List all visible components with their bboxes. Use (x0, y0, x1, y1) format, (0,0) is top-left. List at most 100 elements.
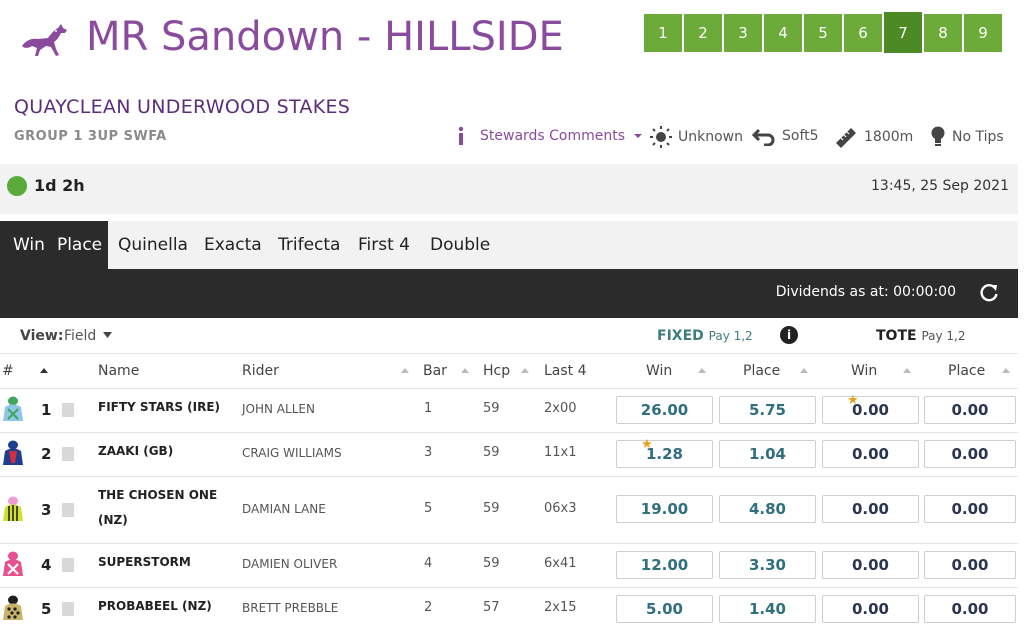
form-guide-icon[interactable] (62, 602, 74, 616)
dividends-bar: Dividends as at: 00:00:00 (0, 269, 1018, 318)
fixed-place-odds-button[interactable]: 4.80 (719, 495, 816, 523)
race-tab-4[interactable]: 4 (764, 14, 802, 52)
sort-bar-arrow-icon[interactable] (461, 368, 469, 373)
form-guide-icon[interactable] (62, 403, 74, 417)
fixed-win-odds-button[interactable]: 19.00 (616, 495, 713, 523)
runner-row: 3 THE CHOSEN ONE (NZ) DAMIAN LANE 5 59 0… (0, 477, 1018, 544)
sort-fixed-win-arrow-icon[interactable] (698, 368, 706, 373)
horse-name[interactable]: ZAAKI (GB) (98, 439, 173, 464)
col-hcp: Hcp (483, 363, 511, 379)
col-tote-place: Place (948, 363, 986, 379)
col-fixed-win: Win (646, 363, 673, 379)
odds-value: 19.00 (640, 500, 689, 518)
fixed-win-odds-button[interactable]: ★ 1.28 (616, 438, 713, 468)
race-tab-9[interactable]: 9 (964, 14, 1002, 52)
horse-name[interactable]: SUPERSTORM (98, 550, 191, 575)
tab-exacta[interactable]: Exacta (204, 221, 262, 269)
odds-value: 26.00 (640, 401, 689, 419)
rider-name: DAMIAN LANE (242, 502, 326, 516)
horse-name-line1: THE CHOSEN ONE (98, 488, 218, 502)
tote-place-odds-button[interactable]: 0.00 (924, 440, 1016, 468)
form-guide-icon[interactable] (62, 503, 74, 517)
sort-hcp-arrow-icon[interactable] (521, 368, 529, 373)
track-condition-icon (752, 128, 775, 146)
odds-value: 0.00 (951, 600, 989, 618)
tote-win-odds-button[interactable]: 0.00 (822, 551, 919, 579)
jockey-silks-icon (3, 595, 23, 620)
tips-info: No Tips (930, 126, 1004, 148)
race-name: QUAYCLEAN UNDERWOOD STAKES (14, 96, 351, 118)
handicap-value: 59 (483, 501, 500, 516)
tote-place-odds-button[interactable]: 0.00 (924, 396, 1016, 424)
fixed-win-odds-button[interactable]: 12.00 (616, 551, 713, 579)
race-tab-6[interactable]: 6 (844, 14, 882, 52)
col-last4: Last 4 (544, 363, 587, 379)
sort-rider-arrow-icon[interactable] (401, 368, 409, 373)
odds-value: 1.40 (748, 600, 786, 618)
rider-name: JOHN ALLEN (242, 402, 315, 416)
col-bar: Bar (423, 363, 447, 379)
horse-name[interactable]: FIFTY STARS (IRE) (98, 395, 220, 420)
odds-value: 5.00 (645, 600, 683, 618)
odds-value: 3.30 (748, 556, 786, 574)
race-number-nav: 1 2 3 4 5 6 7 8 9 (644, 12, 1004, 53)
jockey-silks-icon (3, 496, 23, 521)
rider-name: CRAIG WILLIAMS (242, 446, 342, 460)
tab-first-4[interactable]: First 4 (358, 221, 410, 269)
race-tab-8[interactable]: 8 (924, 14, 962, 52)
sort-tote-win-arrow-icon[interactable] (903, 368, 911, 373)
tab-win-label: Win (13, 235, 45, 255)
fixed-win-odds-button[interactable]: 26.00 (616, 396, 713, 424)
fixed-place-odds-button[interactable]: 1.40 (719, 595, 816, 623)
tote-win-odds-button[interactable]: ★ 0.00 (822, 394, 919, 424)
horse-name[interactable]: PROBABEEL (NZ) (98, 594, 212, 619)
odds-info-icon[interactable]: i (780, 326, 798, 344)
sort-tote-place-arrow-icon[interactable] (1002, 368, 1010, 373)
last4-value: 6x41 (544, 556, 577, 571)
fixed-win-odds-button[interactable]: 5.00 (616, 595, 713, 623)
countdown-timer: 1d 2h (34, 176, 85, 195)
form-guide-icon[interactable] (62, 558, 74, 572)
fixed-place-odds-button[interactable]: 1.04 (719, 440, 816, 468)
sort-fixed-place-arrow-icon[interactable] (800, 368, 808, 373)
jockey-silks-icon (3, 440, 23, 465)
odds-value: 1.04 (748, 445, 786, 463)
tab-trifecta[interactable]: Trifecta (278, 221, 340, 269)
fixed-pay-label: Pay 1,2 (708, 329, 753, 343)
form-guide-icon[interactable] (62, 447, 74, 461)
race-tab-1[interactable]: 1 (644, 14, 682, 52)
race-tab-7[interactable]: 7 (884, 12, 922, 53)
tab-quinella[interactable]: Quinella (118, 221, 188, 269)
horse-name[interactable]: THE CHOSEN ONE (NZ) (98, 483, 217, 533)
odds-value: 12.00 (640, 556, 689, 574)
horse-name-line1: ZAAKI (GB) (98, 444, 174, 458)
race-tab-5[interactable]: 5 (804, 14, 842, 52)
tote-win-odds-button[interactable]: 0.00 (822, 495, 919, 523)
runner-number: 1 (41, 401, 52, 419)
distance-info: 1800m (834, 126, 913, 148)
status-dot-icon (7, 176, 27, 196)
stewards-comments-label: Stewards Comments (480, 128, 626, 144)
fixed-label-text: FIXED (657, 328, 704, 344)
view-select-dropdown[interactable]: Field (64, 328, 112, 344)
tab-win-place[interactable]: Win Place (0, 221, 108, 269)
tote-win-odds-button[interactable]: 0.00 (822, 440, 919, 468)
meeting-title: MR Sandown - HILLSIDE (86, 14, 564, 60)
odds-value: 0.00 (851, 556, 889, 574)
tote-place-odds-button[interactable]: 0.00 (924, 551, 1016, 579)
fixed-place-odds-button[interactable]: 3.30 (719, 551, 816, 579)
tab-double[interactable]: Double (430, 221, 490, 269)
stewards-comments-dropdown[interactable]: Stewards Comments (456, 126, 649, 146)
fixed-place-odds-button[interactable]: 5.75 (719, 396, 816, 424)
sort-number-arrow-icon[interactable] (40, 368, 48, 373)
last4-value: 11x1 (544, 445, 577, 460)
handicap-value: 59 (483, 445, 500, 460)
runner-row: 2 ZAAKI (GB) CRAIG WILLIAMS 3 59 11x1 ★ 1… (0, 433, 1018, 477)
tote-place-odds-button[interactable]: 0.00 (924, 495, 1016, 523)
tote-place-odds-button[interactable]: 0.00 (924, 595, 1016, 623)
refresh-icon[interactable] (978, 282, 1000, 304)
race-tab-3[interactable]: 3 (724, 14, 762, 52)
odds-value: 0.00 (951, 401, 989, 419)
tote-win-odds-button[interactable]: 0.00 (822, 595, 919, 623)
race-tab-2[interactable]: 2 (684, 14, 722, 52)
